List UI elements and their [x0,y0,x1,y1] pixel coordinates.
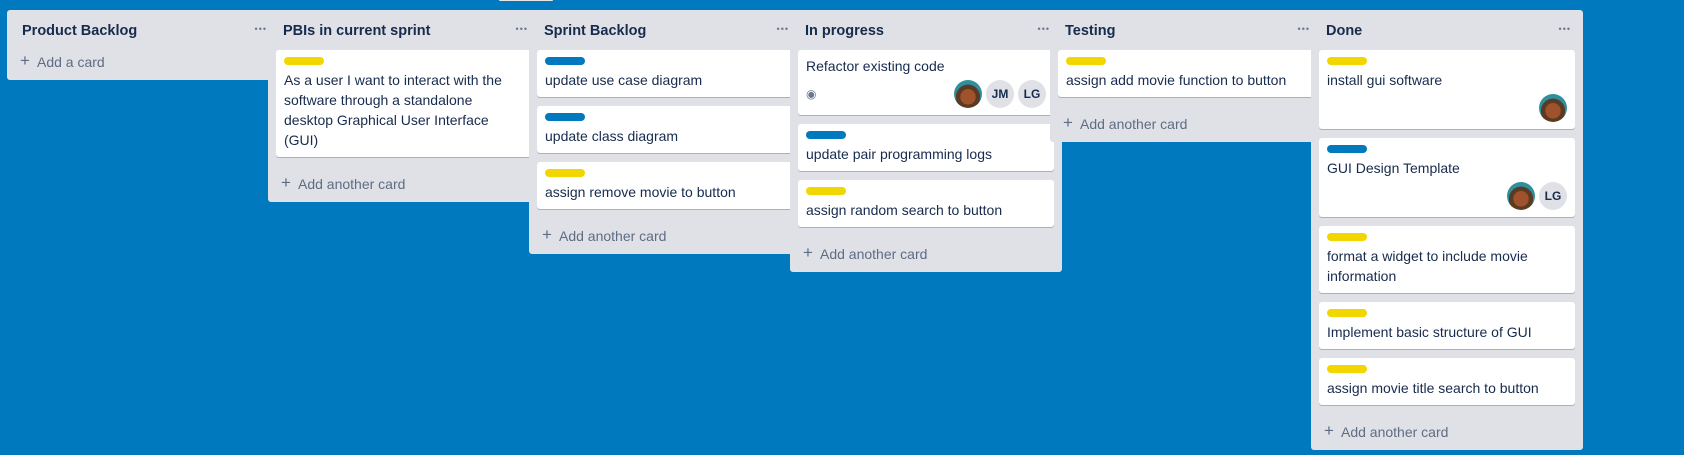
card-list: update use case diagram update class diag… [529,50,801,209]
avatar[interactable] [954,80,982,108]
card-title: Implement basic structure of GUI [1327,324,1532,340]
list-0: Product Backlog ••• + Add a card [7,10,279,80]
card-members: JM LG [954,80,1046,108]
header-button-edge[interactable] [499,0,553,1]
card-title: GUI Design Template [1327,160,1460,176]
card-label[interactable] [284,57,324,65]
list-5: Done ••• install gui software GUI Design Te… [1311,10,1583,450]
card-list: assign add movie function to button [1050,50,1322,97]
list-3: In progress ••• Refactor existing code ◉ JM L… [790,10,1062,272]
card-label[interactable] [1327,309,1367,317]
add-card-button[interactable]: + Add a card [15,44,271,80]
plus-icon: + [1324,421,1334,440]
list-header: In progress ••• [790,10,1062,50]
card[interactable]: Implement basic structure of GUI [1319,302,1575,349]
card-label[interactable] [806,187,846,195]
card-title: install gui software [1327,72,1443,88]
card[interactable]: install gui software [1319,50,1575,129]
add-card-label: Add another card [1080,116,1188,132]
plus-icon: + [542,225,552,244]
card-label[interactable] [1327,57,1367,65]
card-label[interactable] [545,57,585,65]
ellipsis-icon[interactable]: ••• [1298,24,1310,34]
list-title[interactable]: Sprint Backlog [544,23,646,39]
avatar[interactable] [1507,182,1535,210]
card[interactable]: assign random search to button [798,180,1054,227]
card[interactable]: GUI Design Template LG [1319,138,1575,217]
card-list: As a user I want to interact with the so… [268,50,540,157]
card[interactable]: As a user I want to interact with the so… [276,50,532,157]
list-1: PBIs in current sprint ••• As a user I wan… [268,10,540,202]
card-title: assign remove movie to button [545,184,736,200]
card-label[interactable] [545,169,585,177]
card-title: As a user I want to interact with the so… [284,72,502,148]
ellipsis-icon[interactable]: ••• [1038,24,1050,34]
board: Product Backlog ••• + Add a card PBIs in cur… [0,0,1684,455]
add-card-label: Add another card [1341,424,1449,440]
card[interactable]: format a widget to include movie informa… [1319,226,1575,293]
list-title[interactable]: PBIs in current sprint [283,23,430,39]
card-title: format a widget to include movie informa… [1327,248,1528,284]
card[interactable]: update use case diagram [537,50,793,97]
card-title: update pair programming logs [806,146,992,162]
ellipsis-icon[interactable]: ••• [516,24,528,34]
list-header: Done ••• [1311,10,1583,50]
plus-icon: + [1063,113,1073,132]
plus-icon: + [281,173,291,192]
avatar[interactable]: JM [986,80,1014,108]
card-title: Refactor existing code [806,58,945,74]
card-label[interactable] [806,131,846,139]
avatar[interactable] [1539,94,1567,122]
ellipsis-icon[interactable]: ••• [1559,24,1571,34]
card[interactable]: assign remove movie to button [537,162,793,209]
card-title: assign add movie function to button [1066,72,1287,88]
add-card-button[interactable]: + Add another card [798,236,1054,272]
card[interactable]: update class diagram [537,106,793,153]
card[interactable]: assign movie title search to button [1319,358,1575,405]
card-label[interactable] [1327,233,1367,241]
card-title: update use case diagram [545,72,703,88]
card-members [1327,94,1567,122]
card-members: LG [1327,182,1567,210]
add-card-button[interactable]: + Add another card [276,166,532,202]
list-header: Testing ••• [1050,10,1322,50]
card-label[interactable] [1066,57,1106,65]
plus-icon: + [20,51,30,70]
list-title[interactable]: Testing [1065,23,1115,39]
list-title[interactable]: Product Backlog [22,23,137,39]
card-label[interactable] [1327,365,1367,373]
add-card-label: Add another card [559,228,667,244]
card-label[interactable] [545,113,585,121]
ellipsis-icon[interactable]: ••• [255,24,267,34]
ellipsis-icon[interactable]: ••• [777,24,789,34]
list-header: PBIs in current sprint ••• [268,10,540,50]
card[interactable]: assign add movie function to button [1058,50,1314,97]
add-card-button[interactable]: + Add another card [537,218,793,254]
card-title: assign movie title search to button [1327,380,1539,396]
card-list: Refactor existing code ◉ JM LG update pair p… [790,50,1062,227]
list-title[interactable]: Done [1326,23,1362,39]
card-badges: ◉ JM LG [806,80,1046,108]
add-card-label: Add another card [820,246,928,262]
avatar[interactable]: LG [1539,182,1567,210]
eye-icon: ◉ [806,87,817,101]
list-title[interactable]: In progress [805,23,884,39]
card-title: update class diagram [545,128,679,144]
card[interactable]: update pair programming logs [798,124,1054,171]
add-card-button[interactable]: + Add another card [1058,106,1314,142]
add-card-label: Add a card [37,54,105,70]
list-4: Testing ••• assign add movie function to b… [1050,10,1322,142]
card[interactable]: Refactor existing code ◉ JM LG [798,50,1054,115]
add-card-button[interactable]: + Add another card [1319,414,1575,450]
avatar[interactable]: LG [1018,80,1046,108]
card-label[interactable] [1327,145,1367,153]
list-header: Sprint Backlog ••• [529,10,801,50]
card-list: install gui software GUI Design Template L… [1311,50,1583,405]
add-card-label: Add another card [298,176,406,192]
plus-icon: + [803,243,813,262]
list-2: Sprint Backlog ••• update use case diagram… [529,10,801,254]
card-title: assign random search to button [806,202,1003,218]
